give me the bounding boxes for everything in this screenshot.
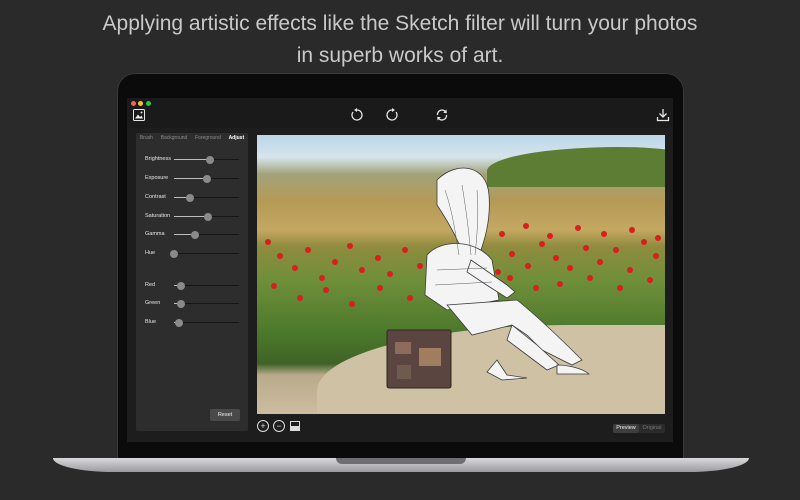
tab-brush[interactable]: Brush [140, 135, 153, 141]
slider-label: Green [145, 300, 161, 306]
poppy-flower [617, 285, 623, 291]
slider-fill [174, 178, 207, 179]
panel-tabs: Brush Background Foreground Adjust [136, 133, 248, 143]
rotate-right-icon[interactable] [384, 108, 400, 124]
poppy-flower [323, 287, 329, 293]
slider-thumb[interactable] [175, 319, 184, 327]
slider-row-green: Green [136, 299, 248, 309]
slider-label: Exposure [145, 175, 169, 181]
slider-row-blue: Blue [136, 318, 248, 328]
slider-track-green[interactable] [174, 300, 239, 308]
rotate-left-icon[interactable] [349, 108, 365, 124]
slider-track-hue[interactable] [170, 250, 239, 258]
view-mode-segmented-control: Preview Original [613, 424, 665, 433]
tab-background[interactable]: Background [161, 135, 188, 141]
reset-button[interactable]: Reset [210, 409, 240, 421]
slider-thumb[interactable] [176, 300, 185, 308]
slider-row-red: Red [136, 281, 248, 291]
headline: Applying artistic effects like the Sketc… [0, 8, 800, 72]
poppy-flower [319, 275, 325, 281]
slider-label: Red [145, 282, 156, 288]
slider-thumb[interactable] [190, 231, 199, 239]
suitcase [386, 329, 452, 389]
slider-label: Hue [145, 250, 156, 256]
slider-row-saturation: Saturation [136, 212, 248, 222]
poppy-flower [297, 295, 303, 301]
poppy-flower [655, 235, 661, 241]
poppy-flower [347, 243, 353, 249]
slider-row-hue: Hue [136, 249, 248, 259]
slider-label: Brightness [145, 156, 171, 162]
poppy-flower [613, 247, 619, 253]
slider-track-exposure[interactable] [174, 175, 239, 183]
slider-track-contrast[interactable] [174, 194, 239, 202]
zoom-in-button[interactable]: + [257, 420, 269, 432]
zoom-window-button[interactable] [146, 101, 151, 106]
slider-fill [174, 216, 208, 217]
poppy-flower [292, 265, 298, 271]
tab-adjust[interactable]: Adjust [229, 135, 245, 141]
slider-fill [174, 159, 210, 160]
slider-thumb[interactable] [202, 175, 211, 183]
slider-track-saturation[interactable] [174, 213, 239, 221]
slider-thumb[interactable] [203, 213, 212, 221]
slider-label: Saturation [145, 213, 171, 219]
slider-row-gamma: Gamma [136, 230, 248, 240]
poppy-flower [349, 301, 355, 307]
poppy-flower [627, 267, 633, 273]
laptop-notch [336, 458, 466, 464]
poppy-flower [271, 283, 277, 289]
slider-label: Gamma [145, 231, 165, 237]
slider-track-red[interactable] [174, 282, 239, 290]
sketch-figure [386, 167, 591, 389]
slider-thumb[interactable] [205, 156, 214, 164]
photo-library-icon[interactable] [131, 109, 147, 125]
poppy-flower [332, 259, 338, 265]
app-window: Brush Background Foreground Adjust Brigh… [127, 98, 673, 442]
poppy-flower [265, 239, 271, 245]
poppy-flower [653, 253, 659, 259]
slider-track-gamma[interactable] [174, 231, 239, 239]
poppy-flower [641, 239, 647, 245]
slider-row-exposure: Exposure [136, 174, 248, 184]
slider-row-contrast: Contrast [136, 193, 248, 203]
zoom-out-button[interactable]: − [273, 420, 285, 432]
poppy-flower [629, 227, 635, 233]
slider-label: Contrast [145, 194, 166, 200]
download-icon[interactable] [655, 108, 671, 124]
poppy-flower [305, 247, 311, 253]
headline-line-1: Applying artistic effects like the Sketc… [102, 12, 698, 35]
slider-row-brightness: Brightness [136, 155, 248, 165]
split-view-icon[interactable] [290, 421, 300, 431]
photo-canvas[interactable] [257, 135, 665, 414]
tab-foreground[interactable]: Foreground [195, 135, 221, 141]
close-window-button[interactable] [131, 101, 136, 106]
poppy-flower [277, 253, 283, 259]
slider-thumb[interactable] [185, 194, 194, 202]
adjust-panel: Brush Background Foreground Adjust Brigh… [136, 133, 248, 431]
toolbar [127, 98, 673, 128]
slider-thumb[interactable] [176, 282, 185, 290]
original-segment[interactable]: Original [639, 424, 665, 433]
preview-segment[interactable]: Preview [613, 424, 639, 433]
slider-track-blue[interactable] [174, 319, 239, 327]
slider-thumb[interactable] [170, 250, 178, 258]
poppy-flower [647, 277, 653, 283]
poppy-flower [359, 267, 365, 273]
slider-track-brightness[interactable] [174, 156, 239, 164]
headline-line-2: in superb works of art. [296, 44, 504, 67]
minimize-window-button[interactable] [138, 101, 143, 106]
refresh-icon[interactable] [434, 108, 450, 124]
slider-label: Blue [145, 319, 157, 325]
